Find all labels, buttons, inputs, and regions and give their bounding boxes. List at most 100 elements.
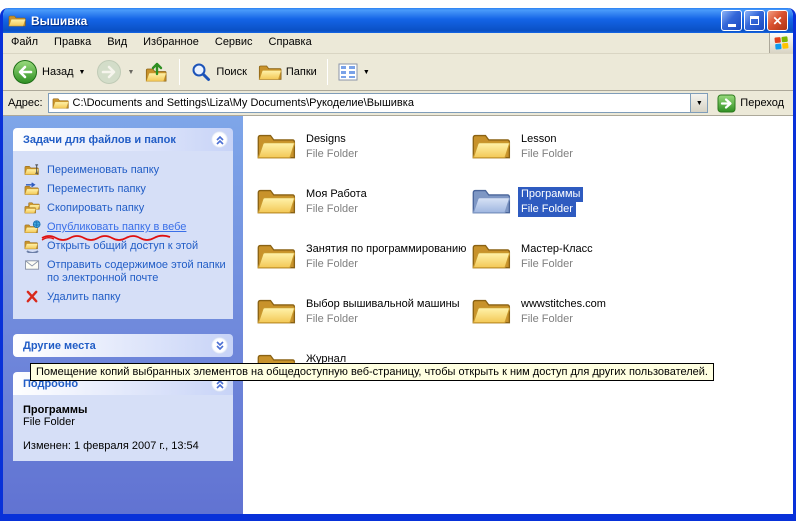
file-name: Designs	[303, 132, 349, 147]
task-email-folder[interactable]: Отправить содержимое этой папки по элект…	[24, 259, 227, 285]
copy-folder-icon	[24, 201, 41, 215]
explorer-window: Вышивка ✕ Файл Правка Вид Избранное Серв…	[0, 8, 796, 521]
address-bar: Адрес: C:\Documents and Settings\Liza\My…	[3, 91, 793, 116]
file-name: Занятия по программированию	[303, 242, 469, 257]
file-type: File Folder	[518, 147, 576, 162]
window-body: Задачи для файлов и папок Переименовать …	[3, 116, 793, 514]
file-name: wwwstitches.com	[518, 297, 609, 312]
file-item-designs[interactable]: Designs File Folder	[256, 130, 471, 185]
file-name: Выбор вышивальной машины	[303, 297, 463, 312]
folders-icon	[258, 62, 282, 82]
search-icon	[190, 61, 212, 83]
maximize-button[interactable]	[744, 10, 765, 31]
menu-favorites[interactable]: Избранное	[135, 33, 207, 53]
task-label: Удалить папку	[47, 291, 121, 304]
close-icon: ✕	[772, 15, 782, 27]
file-item-master-klass[interactable]: Мастер-Класс File Folder	[471, 240, 686, 295]
forward-button[interactable]: ▼	[91, 56, 139, 88]
chevron-up-icon	[214, 134, 226, 146]
task-label: Открыть общий доступ к этой	[47, 240, 198, 253]
folder-icon	[256, 185, 296, 216]
task-label: Переместить папку	[47, 183, 146, 196]
window-folder-icon	[8, 13, 26, 28]
windows-logo-icon	[769, 33, 793, 53]
file-name: Lesson	[518, 132, 559, 147]
views-icon	[338, 62, 358, 82]
task-label: Отправить содержимое этой папки по элект…	[47, 259, 227, 285]
file-type: File Folder	[518, 202, 576, 217]
section-file-tasks: Задачи для файлов и папок Переименовать …	[13, 128, 233, 319]
file-item-moya-rabota[interactable]: Моя Работа File Folder	[256, 185, 471, 240]
file-item-programmy[interactable]: Программы File Folder	[471, 185, 686, 240]
address-dropdown-button[interactable]: ▼	[690, 94, 707, 112]
up-button[interactable]	[140, 57, 174, 87]
file-item-zanyatiya[interactable]: Занятия по программированию File Folder	[256, 240, 471, 295]
views-dropdown-icon: ▼	[363, 69, 370, 76]
tooltip: Помещение копий выбранных элементов на о…	[30, 363, 714, 381]
task-move-folder[interactable]: Переместить папку	[24, 183, 227, 196]
file-name: Мастер-Класс	[518, 242, 596, 257]
publish-folder-icon	[24, 220, 41, 234]
task-label: Скопировать папку	[47, 202, 144, 215]
details-type: File Folder	[23, 416, 223, 428]
menu-view[interactable]: Вид	[99, 33, 135, 53]
task-share-folder[interactable]: Открыть общий доступ к этой	[24, 240, 227, 253]
menu-edit[interactable]: Правка	[46, 33, 99, 53]
file-item-wwwstitches[interactable]: wwwstitches.com File Folder	[471, 295, 686, 350]
task-publish-folder[interactable]: Опубликовать папку в вебе	[24, 221, 227, 234]
back-button[interactable]: Назад ▼	[7, 56, 90, 88]
folder-icon-selected	[471, 185, 511, 216]
share-folder-icon	[24, 239, 41, 253]
email-icon	[24, 258, 41, 272]
task-label: Переименовать папку	[47, 164, 159, 177]
folders-label: Папки	[286, 66, 317, 78]
go-icon	[717, 94, 736, 113]
details-body: Программы File Folder Изменен: 1 февраля…	[13, 395, 233, 461]
address-label: Адрес:	[8, 97, 43, 109]
file-list-area[interactable]: Designs File Folder Lesson File Folder М…	[243, 116, 793, 514]
task-rename-folder[interactable]: Переименовать папку	[24, 164, 227, 177]
views-button[interactable]: ▼	[333, 59, 375, 85]
file-tasks-title: Задачи для файлов и папок	[23, 134, 211, 146]
search-label: Поиск	[216, 66, 246, 78]
minimize-icon	[728, 24, 736, 27]
toolbar-separator	[179, 59, 180, 85]
task-copy-folder[interactable]: Скопировать папку	[24, 202, 227, 215]
minimize-button[interactable]	[721, 10, 742, 31]
task-pane: Задачи для файлов и папок Переименовать …	[3, 116, 243, 514]
folder-icon	[256, 295, 296, 326]
maximize-icon	[750, 16, 759, 25]
delete-icon	[24, 290, 41, 304]
folder-icon	[471, 295, 511, 326]
task-delete-folder[interactable]: Удалить папку	[24, 291, 227, 304]
task-label: Опубликовать папку в вебе	[47, 221, 186, 234]
menu-tools[interactable]: Сервис	[207, 33, 261, 53]
close-button[interactable]: ✕	[767, 10, 788, 31]
folder-icon	[256, 240, 296, 271]
folder-icon	[256, 130, 296, 161]
file-type: File Folder	[303, 147, 361, 162]
file-type: File Folder	[518, 312, 576, 327]
collapse-button[interactable]	[211, 131, 228, 148]
address-path: C:\Documents and Settings\Liza\My Docume…	[73, 97, 687, 109]
menu-help[interactable]: Справка	[261, 33, 320, 53]
file-type: File Folder	[518, 257, 576, 272]
address-input[interactable]: C:\Documents and Settings\Liza\My Docume…	[48, 93, 709, 113]
file-tasks-header[interactable]: Задачи для файлов и папок	[13, 128, 233, 151]
file-grid: Designs File Folder Lesson File Folder М…	[243, 116, 793, 405]
folders-button[interactable]: Папки	[253, 59, 322, 85]
expand-button[interactable]	[211, 337, 228, 354]
forward-icon	[96, 59, 122, 85]
menu-file[interactable]: Файл	[3, 33, 46, 53]
other-places-header[interactable]: Другие места	[13, 334, 233, 357]
file-tasks-body: Переименовать папку Переместить папку	[13, 151, 233, 319]
file-item-vybor-mashiny[interactable]: Выбор вышивальной машины File Folder	[256, 295, 471, 350]
title-bar[interactable]: Вышивка ✕	[3, 8, 793, 33]
menu-bar: Файл Правка Вид Избранное Сервис Справка	[3, 33, 793, 54]
file-item-lesson[interactable]: Lesson File Folder	[471, 130, 686, 185]
file-type: File Folder	[303, 202, 361, 217]
folder-icon	[471, 130, 511, 161]
folder-icon	[471, 240, 511, 271]
search-button[interactable]: Поиск	[185, 58, 251, 86]
go-button[interactable]: Переход	[713, 93, 788, 114]
